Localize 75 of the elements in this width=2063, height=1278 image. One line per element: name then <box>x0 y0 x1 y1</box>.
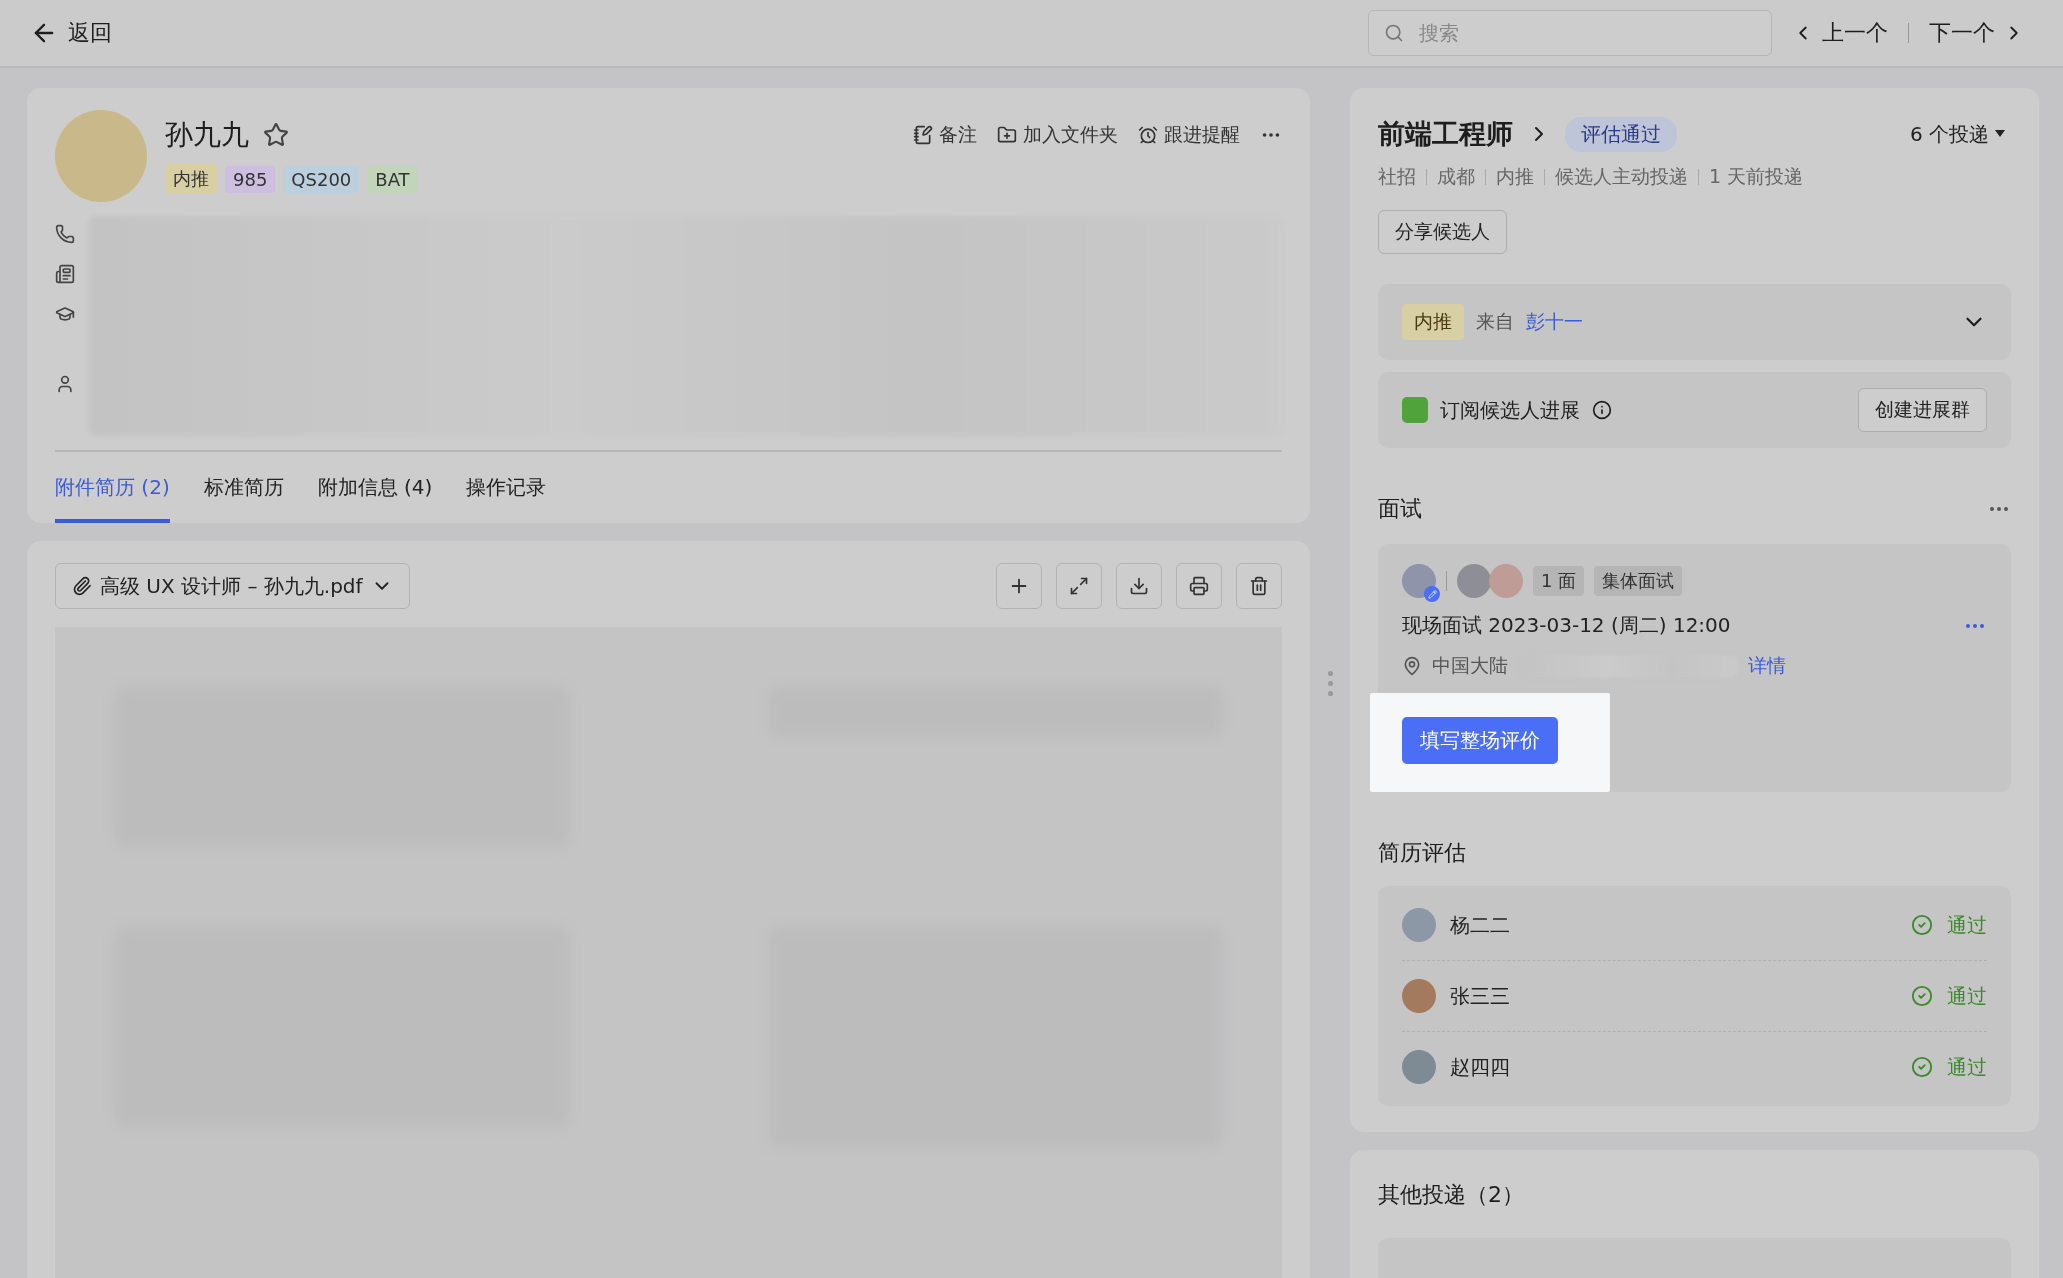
job-meta: 成都 <box>1437 164 1475 189</box>
interview-schedule: 现场面试 2023-03-12 (周二) 12:00 <box>1402 612 1731 639</box>
file-dropdown[interactable]: 高级 UX 设计师 – 孙九九.pdf <box>55 563 410 609</box>
type-tag: 集体面试 <box>1594 566 1683 596</box>
search-field[interactable]: 搜索 <box>1368 10 1772 56</box>
status-badge: 评估通过 <box>1565 116 1677 152</box>
expand-icon <box>1069 576 1089 596</box>
expand-button[interactable] <box>1056 563 1102 609</box>
previous-button[interactable]: 上一个 <box>1784 18 1896 48</box>
candidate-tag: 内推 <box>165 164 217 194</box>
from-label: 来自 <box>1476 309 1514 334</box>
tab[interactable]: 操作记录 <box>466 452 547 523</box>
tab[interactable]: 附加信息 (4) <box>317 452 433 523</box>
caret-icon <box>1995 130 2005 138</box>
round-tag: 1 面 <box>1533 566 1585 596</box>
back-button[interactable]: 返回 <box>30 18 112 48</box>
next-button[interactable]: 下一个 <box>1921 18 2033 48</box>
action-button[interactable]: 跟进提醒 <box>1138 122 1240 148</box>
candidate-tag: BAT <box>367 165 418 193</box>
print-button[interactable] <box>1176 563 1222 609</box>
download-icon <box>1129 576 1149 596</box>
note-icon <box>913 125 933 145</box>
tab[interactable]: 附件简历 (2) <box>55 452 170 523</box>
app-icon <box>1402 397 1428 423</box>
job-meta: 内推 <box>1496 164 1534 189</box>
printer-icon <box>1189 576 1209 596</box>
section-title: 其他投递（2） <box>1378 1181 1525 1209</box>
reviewer-name: 赵四四 <box>1450 1053 1510 1081</box>
check-icon <box>1911 985 1933 1007</box>
referral-tag: 内推 <box>1402 304 1464 340</box>
drag-handle[interactable] <box>1327 670 1333 696</box>
folder-icon <box>997 125 1017 145</box>
reviewer-name: 张三三 <box>1450 982 1510 1010</box>
tab[interactable]: 标准简历 <box>203 452 284 523</box>
share-button[interactable]: 分享候选人 <box>1378 210 1507 254</box>
trash-icon <box>1249 576 1269 596</box>
delete-button[interactable] <box>1236 563 1282 609</box>
deliveries-dropdown[interactable]: 6 个投递 <box>1903 119 2011 149</box>
add-button[interactable] <box>996 563 1042 609</box>
star-icon[interactable] <box>263 122 289 148</box>
action-button[interactable]: 加入文件夹 <box>997 122 1118 148</box>
section-title: 面试 <box>1378 495 1422 523</box>
create-group-button[interactable]: 创建进展群 <box>1858 388 1987 432</box>
reviewer-name: 杨二二 <box>1450 911 1510 939</box>
job-meta: 1 天前投递 <box>1709 164 1804 189</box>
candidate-tag: QS200 <box>283 165 360 193</box>
section-title: 简历评估 <box>1378 839 1467 867</box>
candidate-tag: 985 <box>225 165 276 193</box>
phone-icon <box>55 224 75 244</box>
subscribe-label: 订阅候选人进展 <box>1440 396 1580 424</box>
review-result: 通过 <box>1947 982 1987 1010</box>
reviewer-avatar <box>1402 1050 1436 1084</box>
fill-evaluation-button[interactable]: 填写整场评价 <box>1402 717 1558 764</box>
graduation-cap-icon <box>55 304 75 324</box>
reminder-icon <box>1138 125 1158 145</box>
check-icon <box>1911 1056 1933 1078</box>
reviewer-avatar <box>1402 979 1436 1013</box>
download-button[interactable] <box>1116 563 1162 609</box>
user-icon <box>55 374 75 394</box>
document-icon <box>55 264 75 284</box>
location-icon <box>1402 656 1422 676</box>
job-meta: 候选人主动投递 <box>1555 164 1688 189</box>
candidate-name: 孙九九 <box>165 117 249 153</box>
job-title: 前端工程师 <box>1378 117 1513 151</box>
action-button[interactable]: 备注 <box>913 122 977 148</box>
info-icon <box>1592 400 1612 420</box>
review-result: 通过 <box>1947 1053 1987 1081</box>
reviewer-avatar <box>1402 908 1436 942</box>
interviewer-avatar <box>1457 564 1491 598</box>
check-icon <box>1911 914 1933 936</box>
paperclip-icon <box>72 576 92 596</box>
job-meta: 社招 <box>1378 164 1416 189</box>
interviewer-avatar <box>1489 564 1523 598</box>
location-text: 中国大陆 <box>1432 653 1508 678</box>
review-result: 通过 <box>1947 911 1987 939</box>
